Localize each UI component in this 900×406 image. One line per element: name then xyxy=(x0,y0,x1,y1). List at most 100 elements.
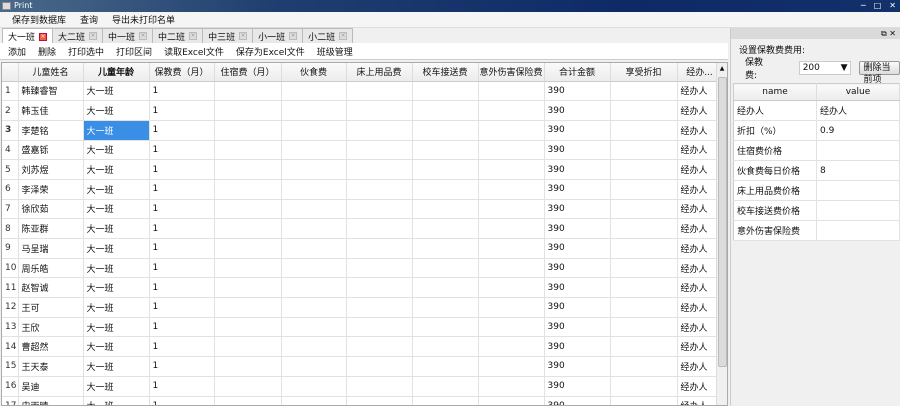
cell-empty[interactable] xyxy=(412,277,479,299)
cell-empty[interactable] xyxy=(214,179,282,200)
table-row[interactable]: 4 盛嘉铄 大一班 1 390 经办人 xyxy=(2,140,723,161)
cell-empty[interactable] xyxy=(478,179,545,200)
corner-header[interactable] xyxy=(2,63,19,82)
delete-current-button[interactable]: 删除当前项 xyxy=(859,61,900,85)
maximize-icon[interactable]: □ xyxy=(874,0,882,12)
cell-empty[interactable] xyxy=(610,258,678,279)
cell-n[interactable]: 1 xyxy=(2,81,19,102)
cell-n[interactable]: 12 xyxy=(2,297,19,318)
cell-fee[interactable]: 1 xyxy=(149,277,215,299)
cell-n[interactable]: 3 xyxy=(2,120,19,141)
setting-value[interactable] xyxy=(816,180,900,201)
cell-cls[interactable]: 大一班 xyxy=(83,356,150,377)
cell-empty[interactable] xyxy=(214,277,282,299)
cell-total[interactable]: 390 xyxy=(544,277,611,299)
column-header[interactable]: 享受折扣 xyxy=(610,63,678,82)
panel-close-icon[interactable]: ✕ xyxy=(889,29,896,38)
cell-empty[interactable] xyxy=(214,317,282,338)
cell-empty[interactable] xyxy=(346,277,413,299)
cell-total[interactable]: 390 xyxy=(544,238,611,259)
column-header[interactable]: 伙食费 xyxy=(281,63,347,82)
table-row[interactable]: 2 韩玉佳 大一班 1 390 经办人 xyxy=(2,100,723,121)
cell-empty[interactable] xyxy=(412,140,479,161)
cell-empty[interactable] xyxy=(281,81,347,102)
cell-fee[interactable]: 1 xyxy=(149,336,215,358)
minimize-icon[interactable]: ─ xyxy=(861,0,866,12)
cell-empty[interactable] xyxy=(478,258,545,279)
cell-empty[interactable] xyxy=(214,140,282,161)
cell-total[interactable]: 390 xyxy=(544,376,611,397)
cell-cls[interactable]: 大一班 xyxy=(83,120,150,141)
cell-empty[interactable] xyxy=(214,218,282,239)
cell-name[interactable]: 周乐皓 xyxy=(18,258,84,279)
table-row[interactable]: 5 刘苏煜 大一班 1 390 经办人 xyxy=(2,159,723,180)
cell-empty[interactable] xyxy=(412,159,479,180)
cell-empty[interactable] xyxy=(610,81,678,102)
table-row[interactable]: 16 吴迪 大一班 1 390 经办人 xyxy=(2,376,723,397)
cell-empty[interactable] xyxy=(610,297,678,318)
cell-n[interactable]: 13 xyxy=(2,317,19,338)
cell-empty[interactable] xyxy=(478,199,545,220)
cell-cls[interactable]: 大一班 xyxy=(83,199,150,220)
table-row[interactable]: 11 赵智诚 大一班 1 390 经办人 xyxy=(2,277,723,299)
table-row[interactable]: 7 徐欣茹 大一班 1 390 经办人 xyxy=(2,199,723,220)
cell-total[interactable]: 390 xyxy=(544,218,611,239)
cell-empty[interactable] xyxy=(346,238,413,259)
cell-empty[interactable] xyxy=(412,199,479,220)
settings-row[interactable]: 住宿费价格 xyxy=(733,140,900,161)
cell-fee[interactable]: 1 xyxy=(149,297,215,318)
menu-save-db[interactable]: 保存到数据库 xyxy=(12,13,66,26)
cell-empty[interactable] xyxy=(412,238,479,259)
settings-row[interactable]: 校车接送费价格 xyxy=(733,200,900,221)
cell-fee[interactable]: 1 xyxy=(149,140,215,161)
cell-name[interactable]: 王欣 xyxy=(18,317,84,338)
tab-7[interactable]: 小二班 × xyxy=(302,28,354,43)
cell-n[interactable]: 8 xyxy=(2,218,19,239)
cell-total[interactable]: 390 xyxy=(544,297,611,318)
cell-fee[interactable]: 1 xyxy=(149,396,215,405)
cell-total[interactable]: 390 xyxy=(544,81,611,102)
cell-name[interactable]: 陈亚群 xyxy=(18,218,84,239)
cell-empty[interactable] xyxy=(346,336,413,358)
cell-empty[interactable] xyxy=(610,140,678,161)
cell-total[interactable]: 390 xyxy=(544,258,611,279)
cell-empty[interactable] xyxy=(610,100,678,121)
table-row[interactable]: 8 陈亚群 大一班 1 390 经办人 xyxy=(2,218,723,239)
cell-empty[interactable] xyxy=(610,218,678,239)
cell-empty[interactable] xyxy=(214,258,282,279)
cell-empty[interactable] xyxy=(478,376,545,397)
tab-3[interactable]: 中一班 × xyxy=(102,28,154,43)
cell-empty[interactable] xyxy=(610,199,678,220)
cell-n[interactable]: 2 xyxy=(2,100,19,121)
cell-empty[interactable] xyxy=(281,277,347,299)
cell-empty[interactable] xyxy=(281,258,347,279)
cell-n[interactable]: 14 xyxy=(2,336,19,358)
table-row[interactable]: 17史雨晴大一班1390经办人 xyxy=(2,396,723,405)
cell-empty[interactable] xyxy=(478,159,545,180)
cell-empty[interactable] xyxy=(478,238,545,259)
column-header[interactable]: 合计金额 xyxy=(544,63,611,82)
cell-n[interactable]: 4 xyxy=(2,140,19,161)
cell-cls[interactable]: 大一班 xyxy=(83,81,150,102)
cell-fee[interactable]: 1 xyxy=(149,100,215,121)
cell-empty[interactable] xyxy=(412,336,479,358)
column-header[interactable]: 保教费（月） xyxy=(149,63,215,82)
tab-5[interactable]: 中三班 × xyxy=(202,28,254,43)
toolbar-button-4[interactable]: 打印区间 xyxy=(116,45,152,58)
cell-name[interactable]: 刘苏煜 xyxy=(18,159,84,180)
cell-empty[interactable] xyxy=(610,396,678,405)
cell-name[interactable]: 王可 xyxy=(18,297,84,318)
table-row[interactable]: 14 曹超然 大一班 1 390 经办人 xyxy=(2,336,723,358)
cell-fee[interactable]: 1 xyxy=(149,199,215,220)
cell-empty[interactable] xyxy=(346,100,413,121)
column-header[interactable]: 校车接送费 xyxy=(412,63,479,82)
cell-empty[interactable] xyxy=(412,179,479,200)
table-row[interactable]: 9 马呈瑞 大一班 1 390 经办人 xyxy=(2,238,723,259)
column-header[interactable]: 意外伤害保险费 xyxy=(478,63,545,82)
cell-empty[interactable] xyxy=(281,317,347,338)
cell-empty[interactable] xyxy=(346,81,413,102)
cell-empty[interactable] xyxy=(610,159,678,180)
column-header[interactable]: 床上用品费 xyxy=(346,63,413,82)
cell-total[interactable]: 390 xyxy=(544,317,611,338)
table-row[interactable]: 1 韩臻睿智 大一班 1 390 经办人 xyxy=(2,81,723,102)
